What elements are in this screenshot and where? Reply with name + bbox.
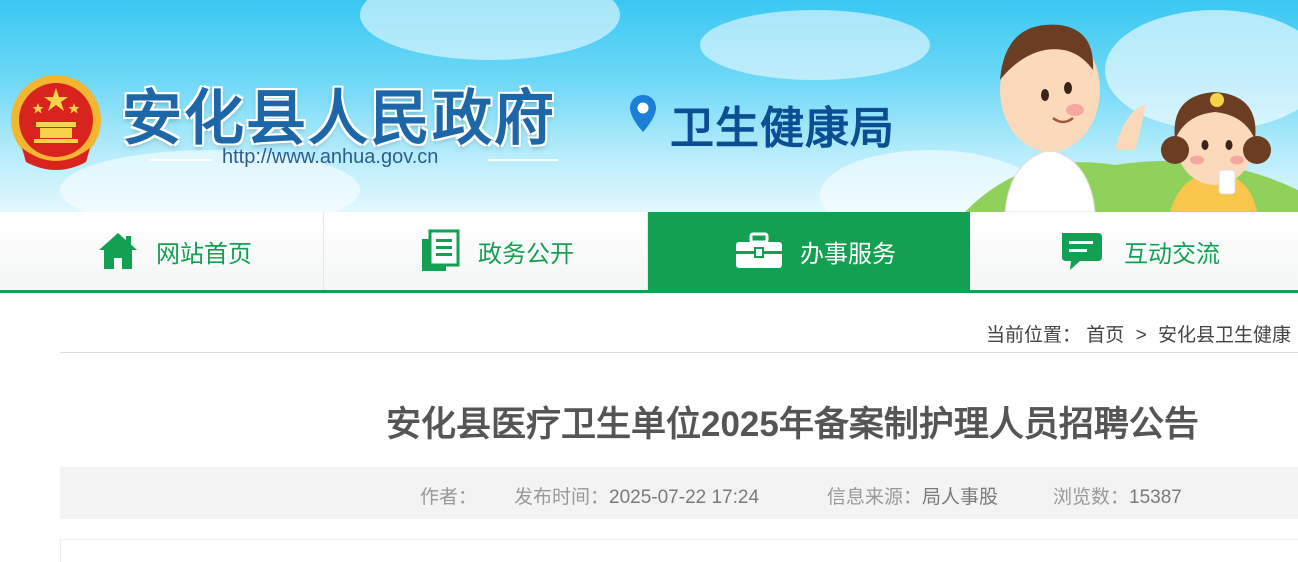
nav-item-government-affairs[interactable]: 政务公开 [324, 212, 648, 290]
nav-item-label: 网站首页 [156, 240, 252, 268]
article-title: 安化县医疗卫生单位2025年备案制护理人员招聘公告 [386, 405, 1199, 444]
breadcrumb-prefix: 当前位置： [986, 325, 1082, 346]
header-banner: 安化县人民政府 http://www.anhua.gov.cn 卫生健康局 [0, 0, 1298, 212]
cloud-decoration [360, 0, 620, 60]
location-pin-icon [630, 95, 656, 132]
chat-icon [1062, 233, 1102, 270]
cloud-decoration [700, 10, 930, 80]
nav-item-home[interactable]: 网站首页 [0, 212, 324, 290]
url-line-right [488, 159, 558, 161]
main-nav: 网站首页 政务公开 办事服务 互动交流 [0, 212, 1298, 293]
meta-views-label: 浏览数： [1053, 487, 1130, 508]
meta-source-label: 信息来源： [827, 487, 923, 508]
url-line-left [150, 159, 212, 161]
breadcrumb-divider [60, 352, 1298, 353]
meta-publish-time: 发布时间：2025-07-22 17:24 [514, 482, 759, 509]
home-icon [99, 233, 137, 269]
breadcrumb-home-link[interactable]: 首页 [1086, 325, 1124, 346]
national-emblem [11, 75, 101, 170]
briefcase-icon [736, 232, 782, 268]
article-meta-bar: 作者： 发布时间：2025-07-22 17:24 信息来源：局人事股 浏览数：… [60, 467, 1298, 519]
cartoon-children-illustration [965, 10, 1298, 212]
meta-publish-time-label: 发布时间： [514, 487, 610, 508]
nav-item-label: 政务公开 [478, 240, 574, 268]
article-body [60, 539, 1298, 562]
nav-item-interaction[interactable]: 互动交流 [970, 212, 1298, 290]
breadcrumb-separator: > [1135, 325, 1147, 346]
meta-publish-time-value: 2025-07-22 17:24 [609, 487, 760, 508]
meta-author: 作者： [420, 482, 477, 509]
nav-item-services[interactable]: 办事服务 [648, 212, 970, 290]
document-icon [422, 229, 460, 271]
meta-source-value: 局人事股 [922, 487, 999, 508]
meta-source: 信息来源：局人事股 [827, 482, 998, 509]
meta-author-label: 作者： [420, 487, 478, 508]
department-name: 卫生健康局 [670, 104, 895, 153]
meta-views: 浏览数：15387 [1053, 482, 1182, 509]
breadcrumb: 当前位置： 首页 > 安化县卫生健康 [986, 320, 1291, 347]
meta-views-value: 15387 [1129, 487, 1182, 508]
breadcrumb-current-link[interactable]: 安化县卫生健康 [1158, 325, 1291, 346]
nav-item-label: 办事服务 [800, 240, 896, 268]
site-url: http://www.anhua.gov.cn [222, 146, 439, 168]
site-title: 安化县人民政府 [122, 84, 556, 154]
nav-item-label: 互动交流 [1124, 240, 1220, 268]
